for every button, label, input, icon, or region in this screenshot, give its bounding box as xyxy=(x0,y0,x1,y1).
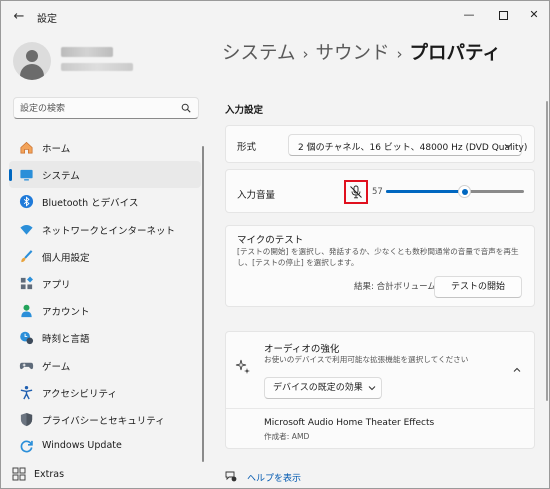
sidebar-nav: ホーム システム Bluetooth とデバイス ネットワークとインターネット xyxy=(9,134,201,460)
gamepad-icon xyxy=(19,362,34,369)
sidebar-item-label: Bluetooth とデバイス xyxy=(42,198,139,210)
maximize-button[interactable] xyxy=(488,3,518,27)
help-label: ヘルプを表示 xyxy=(247,474,302,484)
sidebar-item-label: アプリ xyxy=(42,279,71,291)
main-scrollbar[interactable] xyxy=(546,101,548,401)
time-language-icon xyxy=(20,332,34,345)
sidebar-item-apps[interactable]: アプリ xyxy=(9,270,201,297)
help-icon xyxy=(225,471,237,482)
sidebar-item-label: ホーム xyxy=(42,144,71,155)
breadcrumb-system[interactable]: システム xyxy=(222,43,295,64)
sidebar-item-label: ゲーム xyxy=(42,361,71,373)
chevron-down-icon xyxy=(504,144,512,149)
sidebar-item-label: 時刻と言語 xyxy=(42,334,90,346)
settings-window: ← 設定 — ✕ ホーム システム xyxy=(0,0,550,489)
audio-enhancements-title: オーディオの強化 xyxy=(264,344,340,355)
user-name-blurred xyxy=(61,47,113,57)
chevron-down-icon xyxy=(368,386,376,391)
account-icon xyxy=(21,304,32,318)
sidebar-item-system[interactable]: システム xyxy=(9,161,201,189)
input-volume-row: 入力音量 57 xyxy=(225,169,535,213)
sidebar-item-label: Windows Update xyxy=(42,440,122,452)
microphone-muted-icon xyxy=(350,185,362,199)
audio-enhancements-description: お使いのデバイスで利用可能な拡張機能を選択してください xyxy=(264,355,469,364)
breadcrumb: システム › サウンド › プロパティ xyxy=(222,39,501,69)
mic-test-title: マイクのテスト xyxy=(237,235,304,246)
shield-icon xyxy=(20,412,33,426)
input-volume-value: 57 xyxy=(372,187,383,197)
brush-icon xyxy=(21,249,33,262)
accessibility-icon xyxy=(20,385,33,400)
sidebar-item-time-language[interactable]: 時刻と言語 xyxy=(9,324,201,351)
section-title-input-settings: 入力設定 xyxy=(225,105,264,116)
windows-update-icon xyxy=(20,440,33,453)
user-email-blurred xyxy=(61,63,133,71)
sidebar-item-label: システム xyxy=(42,171,80,183)
maximize-icon xyxy=(498,10,508,20)
sidebar-item-windows-update[interactable]: Windows Update xyxy=(9,433,201,460)
sidebar-item-label: アクセシビリティ xyxy=(42,388,117,400)
apps-icon xyxy=(20,276,33,290)
mute-microphone-button[interactable] xyxy=(344,180,368,204)
system-icon xyxy=(20,170,33,181)
sparkle-icon xyxy=(235,359,250,374)
enhancements-dropdown[interactable]: デバイスの既定の効果 xyxy=(264,377,382,399)
minimize-button[interactable]: — xyxy=(454,3,484,27)
enhancements-dropdown-value: デバイスの既定の効果 xyxy=(273,383,363,393)
window-title: 設定 xyxy=(37,14,57,25)
slider-fill xyxy=(386,190,465,193)
divider xyxy=(226,408,534,409)
sidebar-item-label: プライバシーとセキュリティ xyxy=(42,415,165,427)
format-dropdown[interactable]: 2 個のチャネル、16 ビット、48000 Hz (DVD Quality) xyxy=(288,134,527,156)
input-volume-slider[interactable] xyxy=(386,185,524,198)
effect-author: 作成者: AMD xyxy=(264,432,310,441)
home-icon xyxy=(20,141,33,154)
search-icon xyxy=(181,103,191,113)
selected-indicator xyxy=(9,169,12,182)
input-volume-label: 入力音量 xyxy=(237,190,276,201)
slider-thumb[interactable] xyxy=(458,185,472,198)
breadcrumb-sound[interactable]: サウンド xyxy=(315,43,389,64)
wifi-icon xyxy=(20,224,33,235)
audio-enhancements-card: オーディオの強化 お使いのデバイスで利用可能な拡張機能を選択してください デバイ… xyxy=(225,331,535,449)
extras-label: Extras xyxy=(34,469,65,480)
sidebar-item-privacy-security[interactable]: プライバシーとセキュリティ xyxy=(9,406,201,433)
chevron-up-icon[interactable] xyxy=(512,365,522,375)
breadcrumb-separator: › xyxy=(302,45,309,63)
sidebar-item-home[interactable]: ホーム xyxy=(9,134,201,161)
format-label: 形式 xyxy=(237,142,257,153)
breadcrumb-separator: › xyxy=(396,45,403,63)
sidebar-item-gaming[interactable]: ゲーム xyxy=(9,352,201,379)
format-value: 2 個のチャネル、16 ビット、48000 Hz (DVD Quality) xyxy=(298,143,528,153)
back-button[interactable]: ← xyxy=(9,7,29,27)
sidebar-item-extras[interactable]: Extras xyxy=(9,465,199,485)
mic-test-card: マイクのテスト [テストの開始] を選択し、発話するか、少なくとも数秒間通常の音… xyxy=(225,225,535,307)
close-button[interactable]: ✕ xyxy=(519,3,549,27)
sidebar-scrollbar[interactable] xyxy=(202,146,204,462)
mic-test-description: [テストの開始] を選択し、発話するか、少なくとも数秒間通常の音量で音声を再生し… xyxy=(237,247,519,267)
page-title: プロパティ xyxy=(409,43,501,64)
extras-icon xyxy=(12,467,26,481)
sidebar-item-label: アカウント xyxy=(42,307,90,319)
search-box[interactable] xyxy=(13,97,199,119)
help-link[interactable]: ヘルプを表示 xyxy=(225,469,345,485)
sidebar-item-bluetooth[interactable]: Bluetooth とデバイス xyxy=(9,188,201,215)
sidebar-item-accounts[interactable]: アカウント xyxy=(9,297,201,324)
search-input[interactable] xyxy=(20,101,180,116)
sidebar-item-network[interactable]: ネットワークとインターネット xyxy=(9,216,201,243)
avatar[interactable] xyxy=(13,42,51,80)
start-test-button[interactable]: テストの開始 xyxy=(434,276,522,298)
title-bar: ← 設定 — ✕ xyxy=(1,1,549,33)
sidebar-item-label: ネットワークとインターネット xyxy=(42,225,176,237)
effect-name: Microsoft Audio Home Theater Effects xyxy=(264,418,435,428)
sidebar-item-accessibility[interactable]: アクセシビリティ xyxy=(9,379,201,406)
sidebar-item-personalization[interactable]: 個人用設定 xyxy=(9,243,201,270)
sidebar-item-label: 個人用設定 xyxy=(42,252,90,264)
bluetooth-icon xyxy=(19,195,34,209)
format-row: 形式 2 個のチャネル、16 ビット、48000 Hz (DVD Quality… xyxy=(225,125,535,163)
